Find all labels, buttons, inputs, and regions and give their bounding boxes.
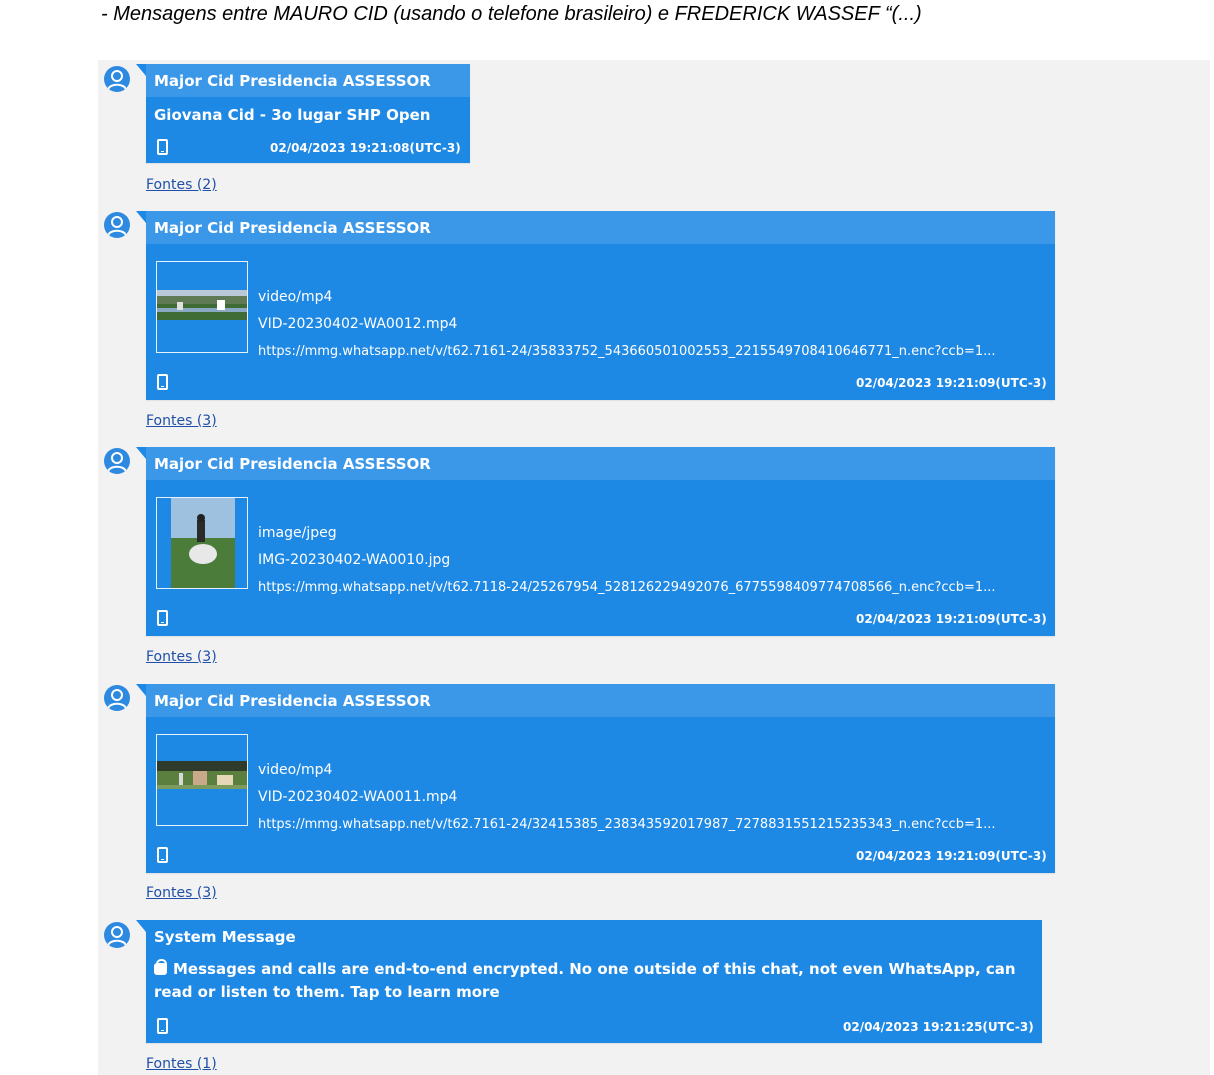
user-avatar-icon	[104, 212, 130, 238]
message-bubble[interactable]: Major Cid Presidencia ASSESSOR Giovana C…	[136, 64, 470, 163]
phone-icon	[157, 847, 168, 863]
system-message-bubble[interactable]: System Message Messages and calls are en…	[136, 920, 1042, 1043]
sender-name: Major Cid Presidencia ASSESSOR	[154, 692, 431, 710]
sender-name: Major Cid Presidencia ASSESSOR	[154, 455, 431, 473]
video-thumbnail[interactable]	[156, 734, 248, 826]
sources-link[interactable]: Fontes (3)	[146, 649, 217, 665]
sources-link[interactable]: Fontes (1)	[146, 1056, 217, 1072]
phone-icon	[157, 610, 168, 626]
sender-name: Major Cid Presidencia ASSESSOR	[154, 219, 431, 237]
message-timestamp: 02/04/2023 19:21:09(UTC-3)	[856, 612, 1047, 626]
phone-icon	[157, 139, 168, 155]
attachment-url[interactable]: https://mmg.whatsapp.net/v/t62.7118-24/2…	[258, 580, 996, 595]
message-bubble[interactable]: Major Cid Presidencia ASSESSOR image/jpe…	[136, 447, 1055, 636]
system-message-text-block: Messages and calls are end-to-end encryp…	[154, 958, 1034, 1004]
message-timestamp: 02/04/2023 19:21:09(UTC-3)	[856, 376, 1047, 390]
document-caption: - Mensagens entre MAURO CID (usando o te…	[101, 3, 922, 25]
attachment-filename: VID-20230402-WA0011.mp4	[258, 789, 458, 805]
system-message-text: Messages and calls are end-to-end encryp…	[154, 960, 1016, 1001]
attachment-filename: IMG-20230402-WA0010.jpg	[258, 552, 451, 568]
lock-icon	[154, 959, 167, 975]
user-avatar-icon	[104, 66, 130, 92]
message-timestamp: 02/04/2023 19:21:09(UTC-3)	[856, 849, 1047, 863]
attachment-filename: VID-20230402-WA0012.mp4	[258, 316, 458, 332]
user-avatar-icon	[104, 685, 130, 711]
image-thumbnail[interactable]	[156, 497, 248, 589]
message-text: Giovana Cid - 3o lugar SHP Open	[154, 106, 431, 124]
phone-icon	[157, 1018, 168, 1034]
video-thumbnail[interactable]	[156, 261, 248, 353]
sender-name: Major Cid Presidencia ASSESSOR	[154, 72, 431, 90]
attachment-mime: video/mp4	[258, 762, 333, 778]
phone-icon	[157, 374, 168, 390]
user-avatar-icon	[104, 922, 130, 948]
sources-link[interactable]: Fontes (3)	[146, 885, 217, 901]
sources-link[interactable]: Fontes (3)	[146, 413, 217, 429]
message-bubble[interactable]: Major Cid Presidencia ASSESSOR video/mp4…	[136, 684, 1055, 873]
message-timestamp: 02/04/2023 19:21:08(UTC-3)	[270, 141, 461, 155]
message-timestamp: 02/04/2023 19:21:25(UTC-3)	[843, 1020, 1034, 1034]
sender-name: System Message	[154, 928, 296, 946]
attachment-url[interactable]: https://mmg.whatsapp.net/v/t62.7161-24/3…	[258, 817, 996, 832]
sources-link[interactable]: Fontes (2)	[146, 177, 217, 193]
message-bubble[interactable]: Major Cid Presidencia ASSESSOR video/mp4…	[136, 211, 1055, 400]
user-avatar-icon	[104, 448, 130, 474]
attachment-url[interactable]: https://mmg.whatsapp.net/v/t62.7161-24/3…	[258, 344, 996, 359]
attachment-mime: image/jpeg	[258, 525, 337, 541]
attachment-mime: video/mp4	[258, 289, 333, 305]
